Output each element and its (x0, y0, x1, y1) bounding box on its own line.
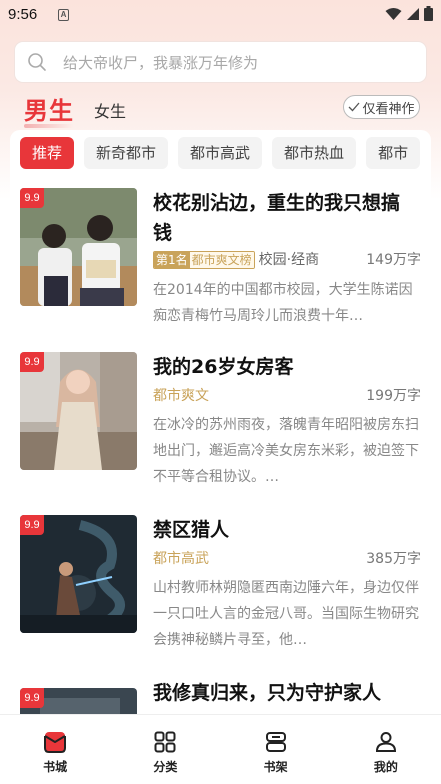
chip-urban[interactable]: 都市 (366, 137, 421, 169)
gender-tabs: 男生 女生 (24, 92, 126, 126)
book-description: 在冰冷的苏州雨夜，落魄青年昭阳被房东扫地出门，邂逅高冷美女房东米彩，被迫签下不平… (153, 417, 419, 485)
chip-recommend[interactable]: 推荐 (20, 137, 75, 169)
book-meta: 第1名 都市爽文榜 校园·经商 149万字 (153, 250, 421, 270)
active-tab-underline (24, 124, 74, 128)
book-category: 都市高武 (153, 551, 209, 567)
book-description: 山村教师林朔隐匿西南边陲六年，身边仅伴一只口吐人言的金冠八哥。当国际生物研究会携… (153, 580, 419, 648)
check-icon (349, 102, 360, 112)
chip-urban-martial[interactable]: 都市高武 (178, 137, 263, 169)
nav-bookstore[interactable]: 书城 (0, 715, 110, 784)
bookstore-icon (44, 732, 67, 753)
book-title[interactable]: 禁区猎人 (153, 515, 418, 545)
book-item[interactable]: 9.9 我修真归来，只为守护家人 (20, 678, 422, 714)
cell-signal-icon (407, 7, 419, 20)
category-chips: 推荐 新奇都市 都市高武 都市热血 都市 (20, 137, 441, 169)
nav-category[interactable]: 分类 (110, 715, 220, 784)
bookshelf-icon (265, 732, 286, 752)
search-bar[interactable]: 给大帝收尸，我暴涨万年修为 (15, 42, 426, 82)
search-icon (28, 53, 46, 71)
book-title[interactable]: 我的26岁女房客 (153, 352, 418, 382)
book-title[interactable]: 校花别沾边，重生的我只想搞钱 (153, 188, 418, 248)
book-category: 都市爽文 (153, 388, 209, 404)
book-cover[interactable]: 9.9 (20, 188, 137, 306)
book-description: 在2014年的中国都市校园，大学生陈诺因痴恋青梅竹马周玲儿而浪费十年… (153, 282, 413, 324)
tab-female[interactable]: 女生 (94, 98, 126, 122)
book-cover[interactable]: 9.9 (20, 352, 137, 470)
rank-badge: 第1名 都市爽文榜 (153, 251, 255, 269)
book-subcategory: 校园·经商 (258, 252, 320, 268)
chip-novel-urban[interactable]: 新奇都市 (84, 137, 169, 169)
rank-list-name: 都市爽文榜 (189, 252, 254, 268)
book-item[interactable]: 9.9 禁区猎人 都市高武 385万字 山村教师林朔隐匿西南边陲六年，身边仅伴一… (20, 515, 422, 655)
status-time: 9:56 (8, 6, 38, 23)
book-cover[interactable]: 9.9 (20, 515, 137, 633)
search-placeholder: 给大帝收尸，我暴涨万年修为 (63, 53, 259, 72)
book-item[interactable]: 9.9 我的26岁女房客 都市爽文 199万字 在冰冷的苏州雨夜，落魄青年昭阳被… (20, 352, 422, 492)
rank-number: 第1名 (154, 252, 190, 268)
book-title[interactable]: 我修真归来，只为守护家人 (153, 678, 418, 708)
wifi-icon (385, 7, 402, 20)
nav-bookshelf[interactable]: 书架 (221, 715, 331, 784)
chip-urban-passion[interactable]: 都市热血 (272, 137, 357, 169)
category-grid-icon (154, 731, 176, 753)
bottom-nav: 书城 分类 书架 我的 (0, 714, 441, 784)
book-word-count: 199万字 (366, 388, 421, 404)
nav-bookstore-label: 书城 (43, 760, 68, 774)
only-classic-label: 仅看神作 (362, 101, 415, 117)
status-bar: 9:56 A (0, 0, 441, 32)
nav-profile-label: 我的 (373, 760, 398, 774)
rating-badge: 9.9 (20, 352, 44, 372)
only-classic-toggle[interactable]: 仅看神作 (343, 95, 420, 119)
book-word-count: 149万字 (366, 252, 421, 268)
profile-icon (375, 732, 396, 752)
rating-badge: 9.9 (20, 688, 44, 708)
rating-badge: 9.9 (20, 188, 44, 208)
rating-badge: 9.9 (20, 515, 44, 535)
battery-icon (424, 6, 433, 21)
book-cover[interactable]: 9.9 (20, 688, 137, 714)
book-word-count: 385万字 (366, 551, 421, 567)
book-meta: 都市爽文 199万字 (153, 386, 421, 406)
book-item[interactable]: 9.9 校花别沾边，重生的我只想搞钱 第1名 都市爽文榜 校园·经商 149万字… (20, 188, 422, 328)
nav-category-label: 分类 (153, 760, 178, 774)
book-meta: 都市高武 385万字 (153, 549, 421, 569)
notification-icon: A (58, 9, 69, 21)
nav-profile[interactable]: 我的 (331, 715, 441, 784)
tab-male[interactable]: 男生 (24, 91, 74, 126)
nav-bookshelf-label: 书架 (263, 760, 288, 774)
